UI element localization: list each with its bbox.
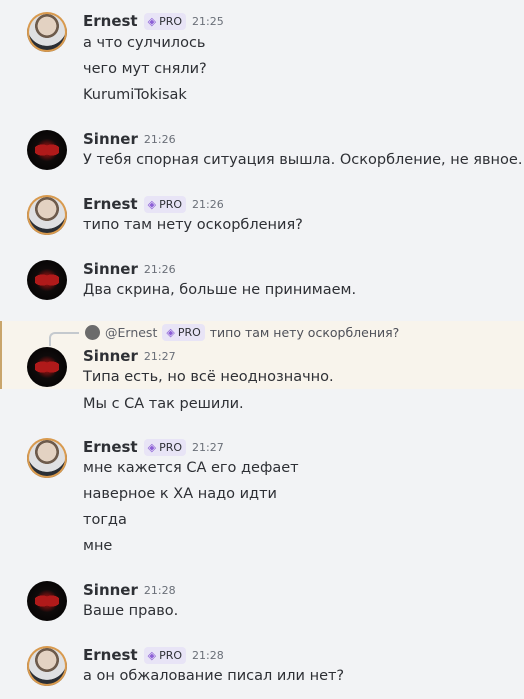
message-group: Sinner 21:26 Два скрина, больше не прини… xyxy=(0,250,524,310)
avatar[interactable] xyxy=(27,347,67,387)
message-text: наверное к ХА надо идти xyxy=(83,486,277,502)
nitro-icon: ◈ xyxy=(147,648,157,662)
message-group: Sinner 21:26 У тебя спорная ситуация выш… xyxy=(0,120,524,180)
timestamp: 21:28 xyxy=(192,648,224,662)
avatar[interactable] xyxy=(27,130,67,170)
message-text: Типа есть, но всё неоднозначно. xyxy=(83,369,334,385)
message-group: Ernest ◈ PRO 21:28 а он обжалование писал… xyxy=(0,636,524,699)
avatar[interactable] xyxy=(27,646,67,686)
message-text: тогда xyxy=(83,512,127,528)
message-text: а что сулчилось xyxy=(83,35,206,51)
timestamp: 21:28 xyxy=(143,583,176,597)
author-name[interactable]: Sinner xyxy=(83,347,138,365)
author-name[interactable]: Ernest xyxy=(83,438,138,456)
author-name[interactable]: Sinner xyxy=(83,260,138,278)
nitro-icon: ◈ xyxy=(147,14,157,28)
timestamp: 21:26 xyxy=(143,132,176,146)
reply-reference[interactable]: @Ernest ◈ PRO типо там нету оскорбления? xyxy=(85,324,399,341)
author-name[interactable]: Ernest xyxy=(83,195,138,213)
message-group: Sinner 21:28 Ваше право. xyxy=(0,571,524,631)
reply-spine xyxy=(49,332,79,346)
pro-badge[interactable]: ◈ PRO xyxy=(143,195,187,213)
reply-avatar xyxy=(85,325,100,340)
nitro-icon: ◈ xyxy=(166,326,175,339)
pro-badge[interactable]: ◈ PRO xyxy=(143,646,187,664)
avatar[interactable] xyxy=(27,260,67,300)
message-text: чего мут сняли? xyxy=(83,61,207,77)
pro-badge: ◈ PRO xyxy=(162,324,205,341)
chat-log: Ernest ◈ PRO 21:25 а что сулчилось чего м… xyxy=(0,0,524,699)
timestamp: 21:27 xyxy=(143,349,176,363)
reply-author: @Ernest xyxy=(105,325,158,340)
nitro-icon: ◈ xyxy=(147,197,157,211)
timestamp: 21:25 xyxy=(192,14,224,28)
reply-text: типо там нету оскорбления? xyxy=(209,325,400,340)
message-group: Ernest ◈ PRO 21:26 типо там нету оскорбле… xyxy=(0,185,524,245)
message-text: Ваше право. xyxy=(83,603,179,619)
message-text: мне xyxy=(83,538,113,554)
message-text: а он обжалование писал или нет? xyxy=(83,668,345,684)
message-group-reply: @Ernest ◈ PRO типо там нету оскорбления? … xyxy=(0,321,524,389)
message-group: Ernest ◈ PRO 21:25 а что сулчилось чего м… xyxy=(0,0,524,120)
message-text: KurumiTokisak xyxy=(83,87,187,103)
author-name[interactable]: Ernest xyxy=(83,646,138,664)
author-name[interactable]: Sinner xyxy=(83,581,138,599)
timestamp: 21:26 xyxy=(143,262,176,276)
pro-badge[interactable]: ◈ PRO xyxy=(143,438,187,456)
message-text: мне кажется СА его дефает xyxy=(83,460,299,476)
avatar[interactable] xyxy=(27,581,67,621)
author-name[interactable]: Ernest xyxy=(83,12,138,30)
message-text: У тебя спорная ситуация вышла. Оскорблен… xyxy=(83,152,523,168)
timestamp: 21:27 xyxy=(192,440,224,454)
message-text: Два скрина, больше не принимаем. xyxy=(83,282,357,298)
nitro-icon: ◈ xyxy=(147,440,157,454)
avatar[interactable] xyxy=(27,195,67,235)
avatar[interactable] xyxy=(27,438,67,478)
timestamp: 21:26 xyxy=(192,197,224,211)
avatar[interactable] xyxy=(27,12,67,52)
author-name[interactable]: Sinner xyxy=(83,130,138,148)
message-text: Мы с СА так решили. xyxy=(83,396,244,412)
message-group: Ernest ◈ PRO 21:27 мне кажется СА его деф… xyxy=(0,428,524,563)
pro-badge[interactable]: ◈ PRO xyxy=(143,12,187,30)
message-text: типо там нету оскорбления? xyxy=(83,217,303,233)
